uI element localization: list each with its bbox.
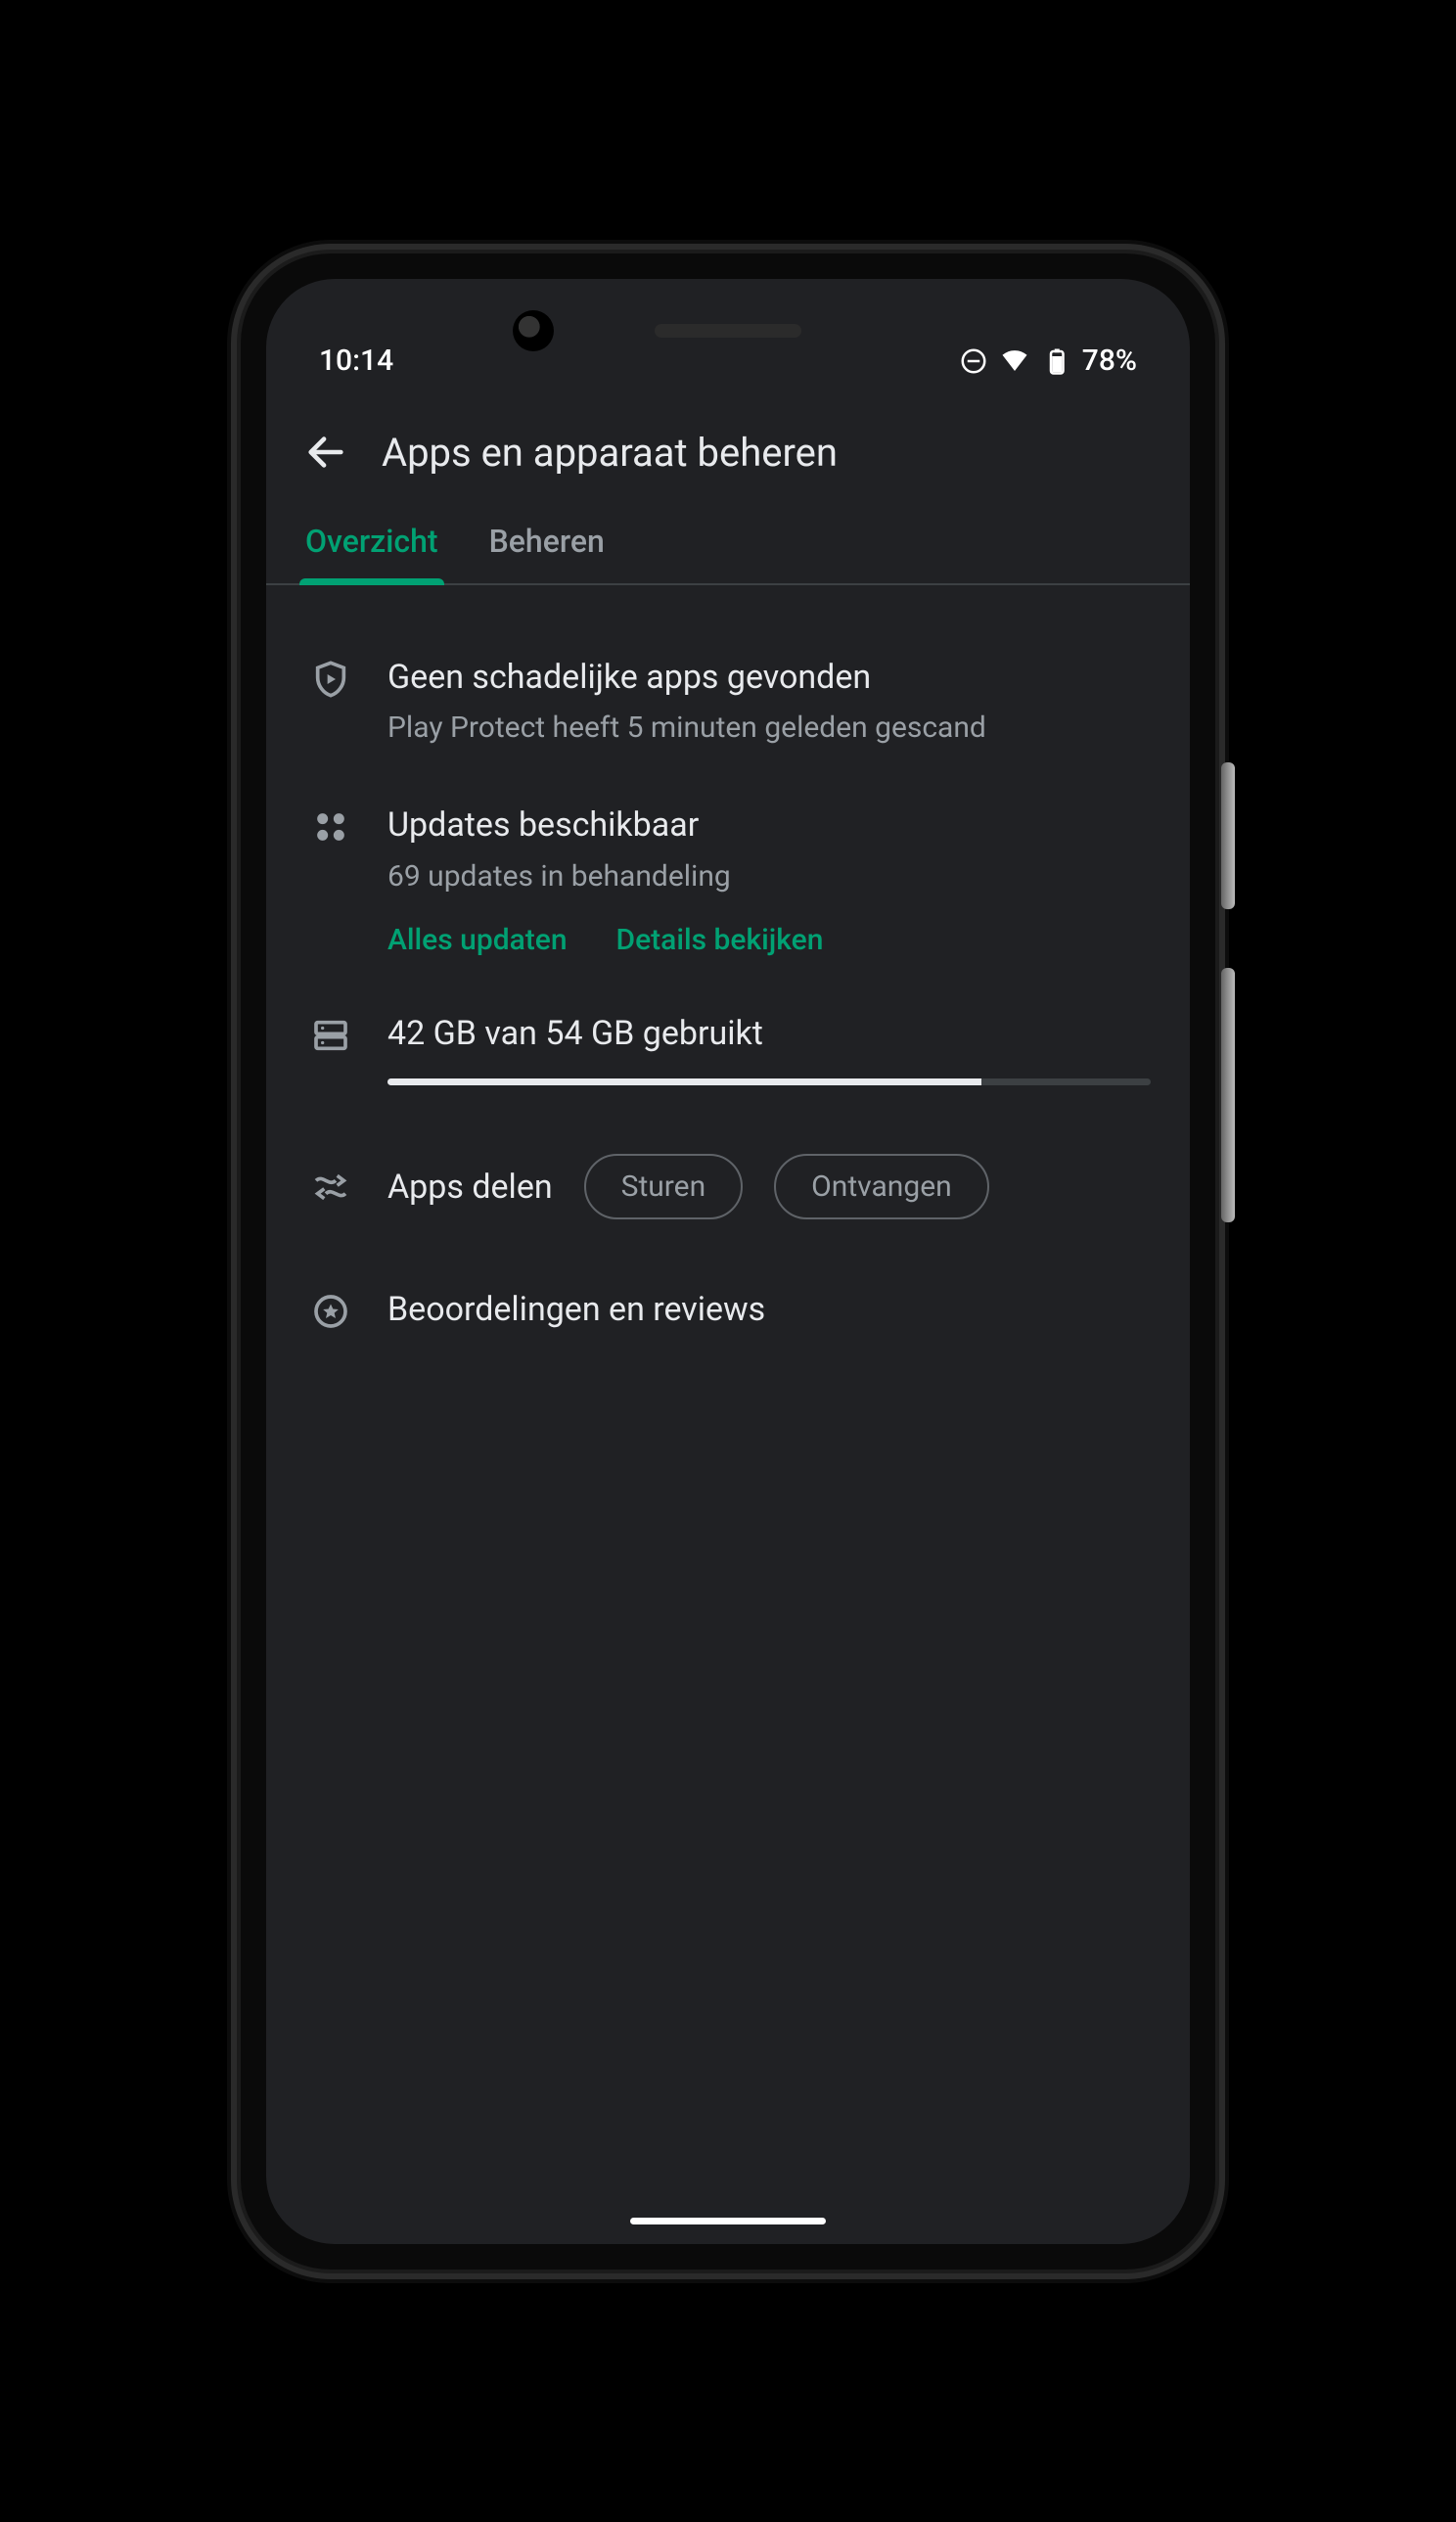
phone-frame: 10:14 78% Apps en apparaat beheren Overz… xyxy=(241,253,1215,2270)
dnd-icon xyxy=(959,346,988,376)
updates-row[interactable]: Updates beschikbaar 69 updates in behand… xyxy=(305,776,1151,985)
status-battery-text: 78% xyxy=(1082,344,1137,378)
tab-manage[interactable]: Beheren xyxy=(489,523,605,583)
storage-icon xyxy=(305,1012,356,1085)
share-apps-label: Apps delen xyxy=(387,1168,553,1207)
star-circle-icon xyxy=(305,1288,356,1333)
front-camera xyxy=(513,310,554,351)
speaker-grille xyxy=(655,324,801,338)
status-bar: 10:14 78% xyxy=(266,279,1190,396)
play-protect-row[interactable]: Geen schadelijke apps gevonden Play Prot… xyxy=(305,628,1151,777)
back-arrow-icon[interactable] xyxy=(303,430,348,475)
updates-subtitle: 69 updates in behandeling xyxy=(387,856,1151,897)
update-all-button[interactable]: Alles updaten xyxy=(387,923,568,957)
apps-grid-icon xyxy=(305,803,356,957)
app-bar: Apps en apparaat beheren xyxy=(266,396,1190,503)
tab-overview[interactable]: Overzicht xyxy=(305,523,438,583)
receive-button[interactable]: Ontvangen xyxy=(774,1154,989,1219)
page-title: Apps en apparaat beheren xyxy=(382,430,838,476)
view-details-button[interactable]: Details bekijken xyxy=(616,923,824,957)
status-time: 10:14 xyxy=(319,344,393,378)
storage-row[interactable]: 42 GB van 54 GB gebruikt xyxy=(305,985,1151,1113)
storage-progress xyxy=(387,1078,1151,1085)
share-icon xyxy=(305,1168,356,1207)
share-apps-row: Apps delen Sturen Ontvangen xyxy=(305,1113,1151,1261)
shield-icon xyxy=(305,656,356,750)
side-button-1 xyxy=(1221,762,1235,909)
play-protect-subtitle: Play Protect heeft 5 minuten geleden ges… xyxy=(387,708,1151,749)
tabs: Overzicht Beheren xyxy=(266,503,1190,585)
status-icons: 78% xyxy=(959,344,1137,378)
wifi-icon xyxy=(1000,346,1029,376)
send-button[interactable]: Sturen xyxy=(584,1154,744,1219)
side-button-2 xyxy=(1221,968,1235,1222)
screen: 10:14 78% Apps en apparaat beheren Overz… xyxy=(266,279,1190,2244)
storage-label: 42 GB van 54 GB gebruikt xyxy=(387,1012,1151,1057)
updates-title: Updates beschikbaar xyxy=(387,803,1151,848)
reviews-label: Beoordelingen en reviews xyxy=(387,1288,1151,1333)
nav-handle[interactable] xyxy=(630,2218,826,2224)
reviews-row[interactable]: Beoordelingen en reviews xyxy=(305,1261,1151,1360)
storage-progress-fill xyxy=(387,1078,981,1085)
battery-icon xyxy=(1041,346,1070,376)
content: Geen schadelijke apps gevonden Play Prot… xyxy=(266,585,1190,1361)
play-protect-title: Geen schadelijke apps gevonden xyxy=(387,656,1151,701)
